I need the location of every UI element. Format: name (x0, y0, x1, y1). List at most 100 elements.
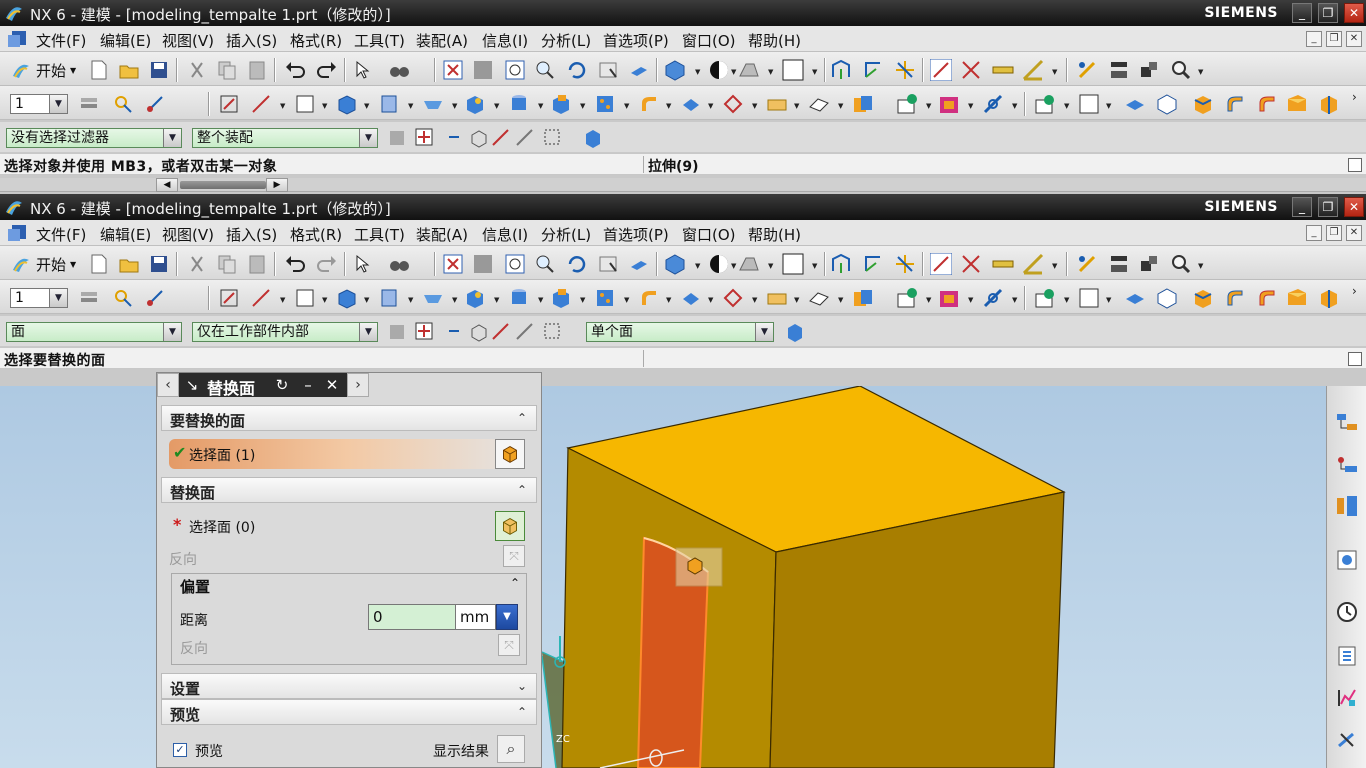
chamfer-icon[interactable] (680, 93, 702, 115)
unite-icon[interactable] (852, 287, 874, 309)
zoom-window-icon[interactable] (472, 253, 494, 275)
open-folder-icon[interactable] (118, 253, 140, 275)
cue-window-icon[interactable] (1348, 352, 1362, 366)
rectangle-select-icon[interactable] (542, 321, 564, 343)
wcs-display-icon[interactable] (894, 59, 916, 81)
rectangle-select-icon[interactable] (542, 127, 564, 149)
scroll-left-icon[interactable]: ◀ (156, 178, 178, 192)
menu-edit[interactable]: 编辑(E) (100, 30, 151, 51)
menu-help[interactable]: 帮助(H) (748, 224, 801, 245)
zoom-area-icon[interactable] (504, 59, 526, 81)
nx-app-icon[interactable] (6, 29, 28, 49)
open-folder-icon[interactable] (118, 59, 140, 81)
select-face-icon[interactable] (495, 511, 525, 541)
cylinder-icon[interactable] (508, 287, 530, 309)
zoom-icon[interactable] (534, 59, 556, 81)
surface-icon[interactable] (1078, 287, 1100, 309)
measure-angle-icon[interactable] (1022, 253, 1044, 275)
sketch-icon[interactable] (112, 287, 134, 309)
draft-icon[interactable] (1286, 93, 1308, 115)
select-face-icon[interactable] (495, 439, 525, 469)
move-face-icon[interactable] (1156, 93, 1178, 115)
select-pointer-icon[interactable] (352, 59, 374, 81)
snap-point-settings-icon[interactable] (414, 127, 436, 149)
save-icon[interactable] (148, 59, 170, 81)
minimize-button[interactable]: _ (1292, 197, 1312, 217)
chevron-right-icon[interactable]: › (347, 373, 369, 397)
zoom-area-icon[interactable] (504, 253, 526, 275)
search-icon[interactable] (1170, 253, 1192, 275)
trim-body-icon[interactable] (766, 287, 788, 309)
blend-icon[interactable] (638, 287, 660, 309)
section-replacement-face[interactable]: 替换面 ⌃ (161, 477, 537, 503)
zoom-icon[interactable] (534, 253, 556, 275)
close-button[interactable]: ✕ (1344, 197, 1364, 217)
datum-icon[interactable] (144, 93, 166, 115)
sketch-edit-icon[interactable] (218, 287, 240, 309)
menu-format[interactable]: 格式(R) (290, 224, 342, 245)
undo-select-icon[interactable] (444, 321, 466, 343)
type-filter-select[interactable]: 没有选择过滤器 ▼ (6, 128, 182, 148)
orient-view-icon[interactable] (664, 253, 686, 275)
redo-icon[interactable] (316, 59, 338, 81)
background-icon[interactable] (738, 59, 760, 81)
undo-select-icon[interactable] (444, 127, 466, 149)
wcs-origin-icon[interactable] (830, 59, 852, 81)
menu-assembly[interactable]: 装配(A) (416, 224, 468, 245)
new-file-icon[interactable] (88, 59, 110, 81)
distance-unit[interactable]: mm (456, 604, 496, 630)
selection-scope-select[interactable]: 仅在工作部件内部 ▼ (192, 322, 378, 342)
chevron-down-icon[interactable]: ▼ (496, 604, 518, 630)
delete-face-icon[interactable] (1256, 93, 1278, 115)
subtract-icon[interactable] (896, 93, 918, 115)
menu-view[interactable]: 视图(V) (162, 224, 214, 245)
menu-insert[interactable]: 插入(S) (226, 30, 277, 51)
rotate-icon[interactable] (566, 59, 588, 81)
rectangle-icon[interactable] (294, 287, 316, 309)
search-icon[interactable] (1170, 59, 1192, 81)
line-icon[interactable] (250, 287, 272, 309)
minimize-button[interactable]: _ (1292, 3, 1312, 23)
visualization-icon[interactable] (1335, 686, 1359, 710)
intersect-icon[interactable] (938, 287, 960, 309)
datum-icon[interactable] (144, 287, 166, 309)
blend-icon[interactable] (638, 93, 660, 115)
wcs-rotate-icon[interactable] (862, 253, 884, 275)
fit-view-icon[interactable] (442, 253, 464, 275)
menu-format[interactable]: 格式(R) (290, 30, 342, 51)
section-settings[interactable]: 设置 ⌄ (161, 673, 537, 699)
type-filter-select[interactable]: 面 ▼ (6, 322, 182, 342)
blend-face-icon[interactable] (1224, 287, 1246, 309)
menu-file[interactable]: 文件(F) (36, 30, 86, 51)
copy-icon[interactable] (216, 59, 238, 81)
undo-icon[interactable] (284, 59, 306, 81)
fit-view-icon[interactable] (442, 59, 464, 81)
measure-angle-icon[interactable] (1022, 59, 1044, 81)
block-icon[interactable] (336, 287, 358, 309)
unite-icon[interactable] (852, 93, 874, 115)
blend-face-icon[interactable] (1224, 93, 1246, 115)
hole-icon[interactable] (464, 93, 486, 115)
snap-point-icon[interactable] (930, 59, 952, 81)
cylinder-icon[interactable] (508, 93, 530, 115)
extrude-icon[interactable] (378, 287, 400, 309)
select-replacement-face[interactable]: * 选择面 (0) (169, 511, 525, 541)
coordinate-icon[interactable] (960, 253, 982, 275)
perspective-icon[interactable] (628, 59, 650, 81)
zoom-window-icon[interactable] (472, 59, 494, 81)
doc-close-button[interactable]: ✕ (1346, 225, 1362, 241)
nx-app-icon[interactable] (6, 223, 28, 243)
trim-body-icon[interactable] (766, 93, 788, 115)
orient-view-icon[interactable] (664, 59, 686, 81)
split-body-icon[interactable] (808, 287, 830, 309)
doc-restore-button[interactable]: ❐ (1326, 225, 1342, 241)
scroll-thumb[interactable] (180, 181, 266, 189)
cut-icon[interactable] (186, 253, 208, 275)
perspective-icon[interactable] (628, 253, 650, 275)
line-icon[interactable] (250, 93, 272, 115)
select-pointer-icon[interactable] (352, 253, 374, 275)
wire-select-icon[interactable] (490, 321, 512, 343)
close-button[interactable]: ✕ (1344, 3, 1364, 23)
doc-minimize-button[interactable]: _ (1306, 225, 1322, 241)
filter-options-icon[interactable] (386, 127, 408, 149)
